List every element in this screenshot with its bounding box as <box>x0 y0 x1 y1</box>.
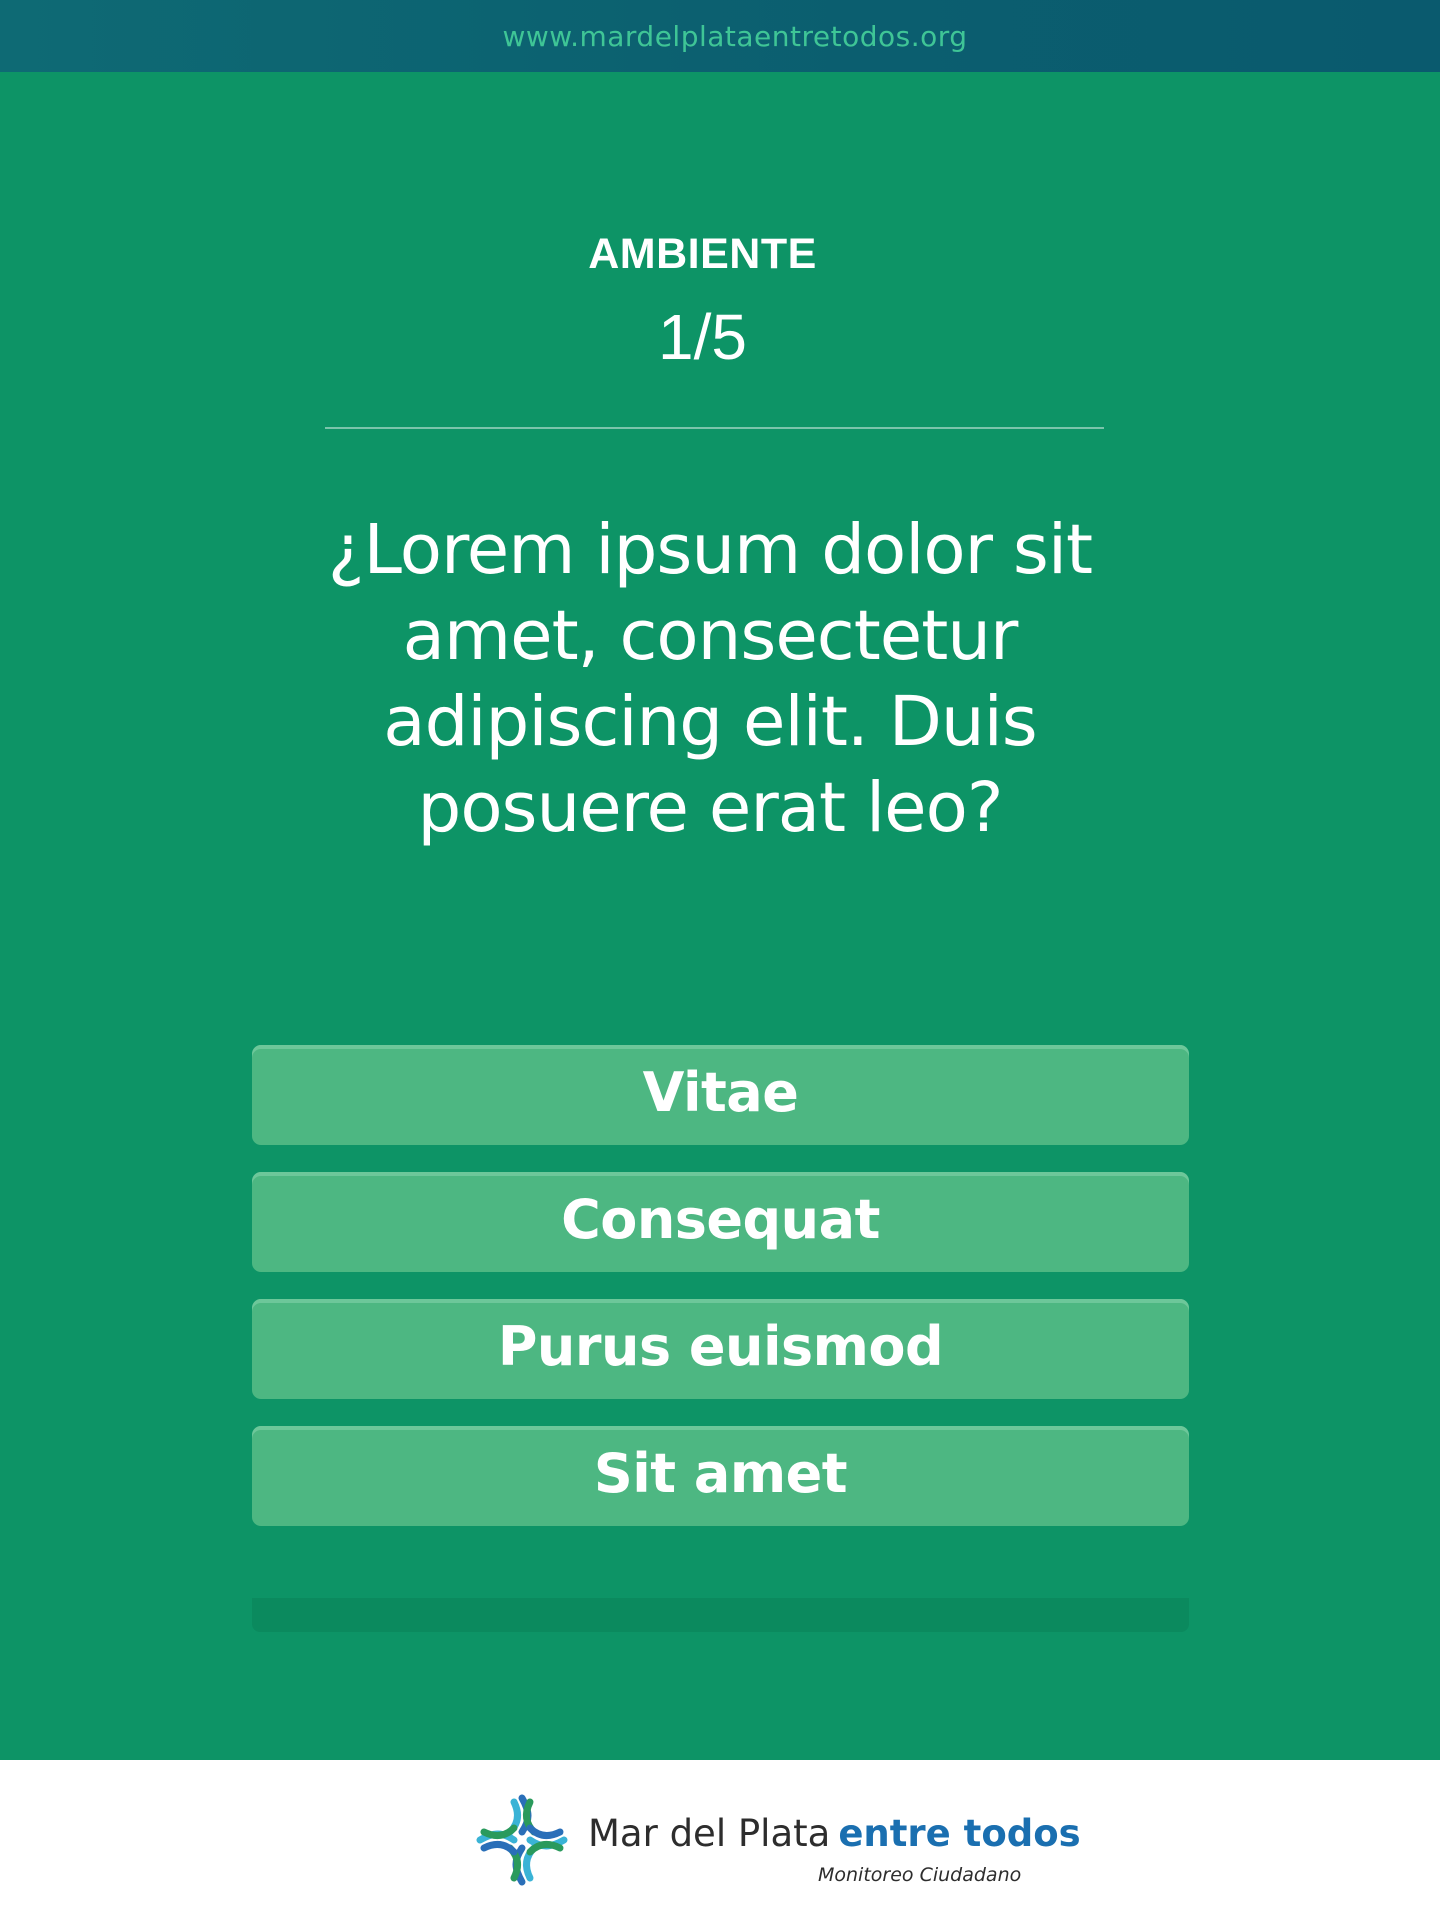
footer: Mar del Plata entre todos Monitoreo Ciuda… <box>0 1760 1440 1920</box>
answer-option-1[interactable]: Vitae <box>252 1045 1189 1158</box>
answers-shadow <box>252 1598 1189 1632</box>
answer-option-3[interactable]: Purus euismod <box>252 1299 1189 1412</box>
quiz-category: AMBIENTE <box>588 230 817 278</box>
answer-label: Consequat <box>561 1187 880 1251</box>
brand-name: Mar del Plata entre todos <box>588 1812 1081 1855</box>
answer-label: Vitae <box>642 1060 799 1124</box>
star-cross-logo-icon <box>476 1794 568 1886</box>
top-banner: www.mardelplataentretodos.org <box>0 0 1440 72</box>
divider <box>325 427 1104 429</box>
site-url[interactable]: www.mardelplataentretodos.org <box>502 20 967 53</box>
brand-tagline: Monitoreo Ciudadano <box>818 1864 1022 1886</box>
answer-label: Sit amet <box>593 1441 848 1505</box>
brand-accent-text: entre todos <box>838 1812 1081 1855</box>
answer-label: Purus euismod <box>497 1314 944 1378</box>
quiz-panel: AMBIENTE 1/5 ¿Lorem ipsum dolor sit amet… <box>0 72 1440 1760</box>
question-text: ¿Lorem ipsum dolor sit amet, consectetur… <box>327 510 1093 848</box>
answer-list: Vitae Consequat Purus euismod Sit amet <box>252 1045 1189 1553</box>
answer-option-2[interactable]: Consequat <box>252 1172 1189 1285</box>
brand-name-text: Mar del Plata <box>588 1812 831 1855</box>
question-counter: 1/5 <box>658 301 747 373</box>
answer-option-4[interactable]: Sit amet <box>252 1426 1189 1539</box>
